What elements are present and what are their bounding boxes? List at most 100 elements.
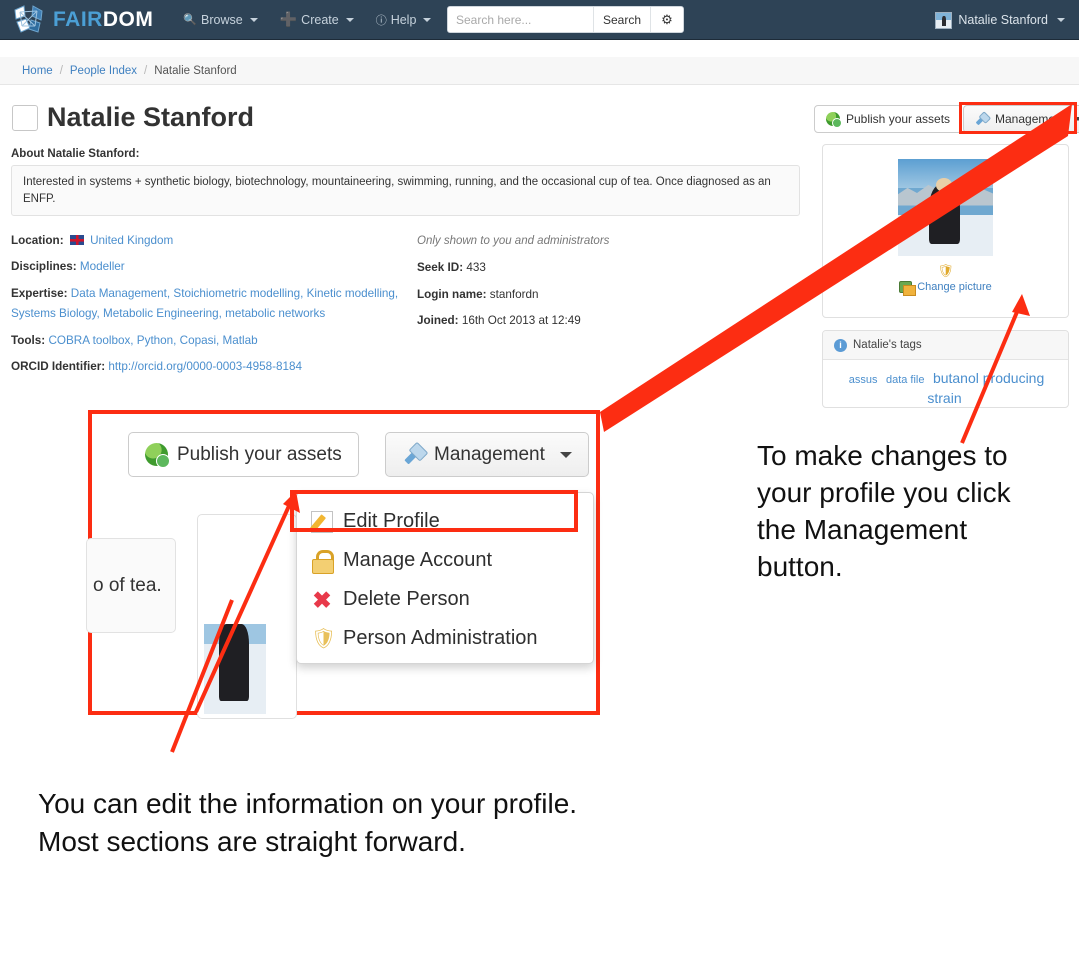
- menu-item-label: Edit Profile: [343, 510, 440, 532]
- breadcrumb-people-index[interactable]: People Index: [70, 65, 137, 77]
- top-navbar: FAIRDOM 🔍 Browse ➕ Create ⓘ Help Search …: [0, 0, 1079, 40]
- logo-text-fair: FAIR: [53, 7, 103, 31]
- joined-value: 16th Oct 2013 at 12:49: [461, 314, 581, 328]
- nav-help[interactable]: ⓘ Help: [376, 12, 432, 28]
- location-value[interactable]: United Kingdom: [90, 234, 173, 247]
- chevron-down-icon: [559, 451, 572, 458]
- breadcrumb-separator: /: [144, 64, 148, 77]
- disciplines-label: Disciplines:: [11, 260, 77, 274]
- profile-details-right: Only shown to you and administrators See…: [417, 231, 747, 338]
- site-logo[interactable]: FAIRDOM: [12, 4, 153, 36]
- location-label: Location:: [11, 234, 64, 247]
- change-picture-link[interactable]: Change picture: [899, 281, 992, 296]
- joined-label: Joined:: [417, 314, 459, 328]
- private-note: Only shown to you and administrators: [417, 235, 610, 247]
- globe-icon: [826, 112, 842, 128]
- shield-icon: 🛡: [937, 263, 954, 278]
- shield-icon: 🛡: [311, 627, 337, 650]
- orcid-value[interactable]: http://orcid.org/0000-0003-4958-8184: [108, 360, 302, 373]
- menu-item-edit-profile[interactable]: Edit Profile: [297, 502, 593, 541]
- breadcrumb-separator: /: [59, 64, 63, 77]
- detail-orcid: ORCID Identifier: http://orcid.org/0000-…: [11, 357, 406, 377]
- nav-browse[interactable]: 🔍 Browse: [183, 13, 258, 27]
- logo-text-dom: DOM: [102, 7, 154, 31]
- change-picture-label: Change picture: [917, 281, 992, 293]
- search-input[interactable]: [448, 7, 593, 32]
- menu-item-label: Manage Account: [343, 549, 492, 571]
- detail-expertise: Expertise: Data Management, Stoichiometr…: [11, 284, 406, 325]
- management-dropdown-menu: Edit Profile Manage Account ✖ Delete Per…: [296, 492, 594, 664]
- callout-about-fragment: o of tea.: [86, 538, 176, 633]
- detail-joined: Joined: 16th Oct 2013 at 12:49: [417, 311, 747, 331]
- management-button[interactable]: Management: [963, 105, 1079, 133]
- user-menu[interactable]: Natalie Stanford: [935, 0, 1065, 40]
- search-group: Search ⚙: [447, 6, 684, 33]
- annotation-right-note: To make changes to your profile you clic…: [757, 440, 1011, 582]
- zoomed-callout-panel: o of tea. Publish your assets Management…: [86, 410, 600, 719]
- wrench-icon: [397, 438, 430, 471]
- callout-management-label: Management: [434, 443, 545, 465]
- menu-item-delete-person[interactable]: ✖ Delete Person: [297, 580, 593, 619]
- about-box: Interested in systems + synthetic biolog…: [11, 165, 800, 217]
- detail-login-name: Login name: stanfordn: [417, 285, 747, 305]
- uk-flag-icon: [69, 235, 84, 245]
- search-icon: 🔍: [183, 14, 198, 26]
- profile-details-left: Location: United Kingdom Disciplines: Mo…: [11, 231, 406, 384]
- publish-your-assets-button[interactable]: Publish your assets: [814, 105, 963, 133]
- nav-create[interactable]: ➕ Create: [280, 11, 354, 28]
- wrench-icon: [972, 109, 992, 129]
- page-title-text: Natalie Stanford: [47, 102, 255, 132]
- breadcrumb-home[interactable]: Home: [22, 65, 53, 77]
- tags-card: i Natalie's tags assus data file butanol…: [822, 330, 1069, 408]
- expertise-value[interactable]: Data Management, Stoichiometric modellin…: [11, 287, 398, 320]
- gear-icon[interactable]: ⚙: [650, 7, 683, 32]
- management-button-label: Management: [995, 112, 1066, 126]
- tag-cloud: assus data file butanol producing strain…: [823, 360, 1068, 407]
- callout-publish-button[interactable]: Publish your assets: [128, 432, 359, 477]
- profile-photo: [898, 159, 993, 256]
- detail-tools: Tools: COBRA toolbox, Python, Copasi, Ma…: [11, 331, 406, 351]
- globe-icon: [145, 443, 170, 468]
- logo-text: FAIRDOM: [53, 8, 153, 32]
- fairdom-logo-icon: [12, 4, 46, 36]
- chevron-down-icon: [1074, 117, 1079, 121]
- breadcrumb: Home / People Index / Natalie Stanford: [0, 57, 1079, 85]
- menu-item-manage-account[interactable]: Manage Account: [297, 541, 593, 580]
- breadcrumb-current: Natalie Stanford: [154, 64, 237, 77]
- chevron-down-icon: [423, 17, 432, 22]
- tools-value[interactable]: COBRA toolbox, Python, Copasi, Matlab: [48, 334, 257, 347]
- search-button[interactable]: Search: [593, 7, 650, 32]
- x-icon: ✖: [312, 586, 332, 613]
- disciplines-value[interactable]: Modeller: [80, 260, 125, 273]
- publish-button-label: Publish your assets: [846, 112, 951, 126]
- chevron-down-icon: [1057, 18, 1065, 22]
- seek-id-value: 433: [466, 261, 486, 275]
- menu-item-label: Delete Person: [343, 588, 470, 610]
- page-title: Natalie Stanford: [12, 102, 254, 133]
- plus-icon: ➕: [279, 11, 298, 27]
- detail-location: Location: United Kingdom: [11, 231, 406, 251]
- tag-item[interactable]: data file: [886, 374, 925, 386]
- tags-card-header: i Natalie's tags: [823, 331, 1068, 360]
- menu-item-person-administration[interactable]: 🛡 Person Administration: [297, 619, 593, 658]
- expertise-label: Expertise:: [11, 286, 68, 300]
- orcid-label: ORCID Identifier:: [11, 360, 106, 374]
- seek-id-label: Seek ID:: [417, 261, 464, 275]
- tag-item[interactable]: assus: [849, 374, 878, 386]
- tags-card-title: Natalie's tags: [853, 339, 922, 351]
- callout-management-button[interactable]: Management: [385, 432, 589, 477]
- avatar: [12, 104, 38, 131]
- nav-help-label: Help: [390, 12, 417, 27]
- user-menu-label: Natalie Stanford: [958, 13, 1048, 27]
- tag-item[interactable]: butanol producing strain: [927, 370, 1044, 406]
- info-icon: ⓘ: [375, 14, 387, 27]
- tools-label: Tools:: [11, 333, 46, 347]
- info-icon: i: [834, 338, 847, 352]
- profile-photo-card: 🛡 Change picture: [822, 144, 1069, 318]
- about-label: About Natalie Stanford:: [11, 148, 140, 160]
- login-name-value: stanfordn: [489, 287, 539, 301]
- lock-icon: [311, 549, 334, 574]
- chevron-down-icon: [249, 17, 258, 22]
- menu-item-label: Person Administration: [343, 627, 538, 649]
- picture-icon: [899, 281, 917, 296]
